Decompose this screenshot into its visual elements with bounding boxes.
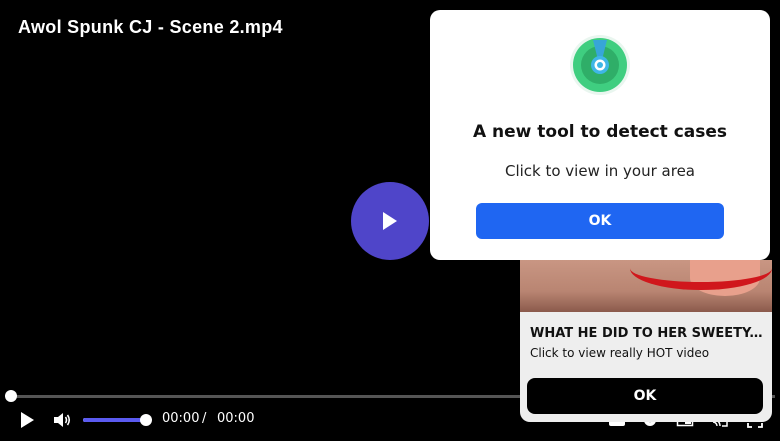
ad-image[interactable]: [520, 260, 772, 312]
progress-handle[interactable]: [5, 390, 17, 402]
volume-icon[interactable]: [52, 410, 72, 430]
ad-subtext: Click to view really HOT video: [530, 346, 710, 360]
current-time: 00:00: [162, 411, 200, 426]
radar-icon: [570, 35, 630, 95]
volume-fill: [83, 418, 145, 422]
notification-popup: A new tool to detect cases Click to view…: [430, 10, 770, 260]
ad-card[interactable]: WHAT HE DID TO HER SWEETY-P... Click to …: [520, 260, 772, 422]
play-icon: [383, 212, 397, 230]
ad-ok-button[interactable]: OK: [527, 378, 763, 414]
ad-title[interactable]: WHAT HE DID TO HER SWEETY-P...: [530, 326, 766, 341]
duration: 00:00: [217, 411, 255, 426]
time-separator: /: [202, 411, 207, 426]
popup-ok-button[interactable]: OK: [476, 203, 724, 239]
video-title: Awol Spunk CJ - Scene 2.mp4: [18, 17, 283, 37]
popup-subtext: Click to view in your area: [504, 162, 696, 180]
volume-handle[interactable]: [140, 414, 152, 426]
play-icon[interactable]: [17, 410, 37, 430]
big-play-button[interactable]: [351, 182, 429, 260]
volume-slider[interactable]: [83, 414, 152, 426]
popup-heading: A new tool to detect cases: [472, 122, 728, 142]
